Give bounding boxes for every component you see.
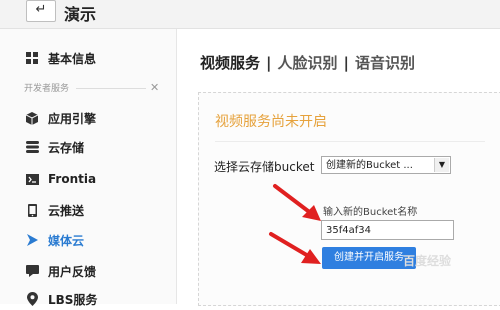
cube-icon [24, 110, 40, 126]
phone-icon [24, 202, 40, 218]
top-header: ↵ 演示 [0, 0, 500, 29]
watermark: 百度经验 [403, 254, 452, 268]
tab-separator: | [343, 53, 349, 72]
bucket-name-label: 输入新的Bucket名称 [323, 207, 418, 218]
sidebar-item-lbs[interactable]: LBS服务 [24, 288, 97, 310]
bucket-select-value: 创建新的Bucket ... [326, 160, 413, 171]
tab-video-service[interactable]: 视频服务 [200, 52, 260, 73]
service-tabs: 视频服务 | 人脸识别 | 语音识别 [200, 52, 415, 73]
red-arrow-icon [269, 232, 321, 264]
terminal-icon [24, 171, 40, 187]
sidebar-item-basic-info[interactable]: 基本信息 [24, 47, 96, 69]
layers-icon [24, 139, 40, 155]
sidebar-item-frontia[interactable]: Frontia [24, 168, 96, 190]
return-arrow-icon: ↵ [35, 2, 47, 17]
sidebar-item-cloud-storage[interactable]: 云存储 [24, 136, 84, 158]
location-pin-icon [24, 291, 40, 307]
chevron-down-icon[interactable]: ▼ [434, 158, 449, 172]
back-button[interactable]: ↵ [26, 0, 56, 22]
grid-icon [24, 50, 40, 66]
sidebar-item-cloud-push[interactable]: 云推送 [24, 199, 84, 221]
sidebar-item-app-engine[interactable]: 应用引擎 [24, 107, 96, 129]
service-panel: 视频服务尚未开启 [198, 92, 500, 306]
bucket-name-input[interactable] [321, 220, 454, 240]
tab-speech-recognition[interactable]: 语音识别 [355, 52, 415, 73]
app-title: 演示 [64, 5, 97, 24]
bucket-select[interactable]: 创建新的Bucket ... ▼ [321, 156, 451, 174]
sidebar-item-label: Frontia [48, 172, 97, 186]
sidebar-item-user-feedback[interactable]: 用户反馈 [24, 260, 96, 282]
create-and-start-button[interactable]: 创建并开启服务 [322, 247, 416, 269]
tools-icon[interactable]: ✕ [150, 81, 159, 94]
sidebar-item-label: 基本信息 [48, 51, 97, 66]
sidebar-item-label: 媒体云 [48, 233, 85, 248]
sidebar-item-label: LBS服务 [48, 292, 98, 307]
red-arrow-icon [273, 184, 321, 221]
sidebar: 基本信息 开发者服务 ✕ 应用引擎 云存储 Frontia 云推送 媒体云 用户… [0, 29, 177, 307]
sidebar-item-label: 用户反馈 [48, 264, 97, 279]
panel-divider [215, 141, 485, 142]
section-divider [76, 88, 146, 89]
sidebar-item-label: 云存储 [48, 140, 85, 155]
chat-icon [24, 263, 40, 279]
panel-title: 视频服务尚未开启 [215, 114, 327, 130]
sidebar-item-media-cloud[interactable]: 媒体云 [24, 229, 84, 251]
bucket-select-label: 选择云存储bucket [214, 160, 315, 174]
tab-face-recognition[interactable]: 人脸识别 [278, 52, 338, 73]
sidebar-item-label: 云推送 [48, 203, 85, 218]
section-label: 开发者服务 [24, 84, 70, 94]
sidebar-item-label: 应用引擎 [48, 111, 97, 126]
tab-separator: | [266, 53, 272, 72]
play-icon [24, 232, 40, 248]
